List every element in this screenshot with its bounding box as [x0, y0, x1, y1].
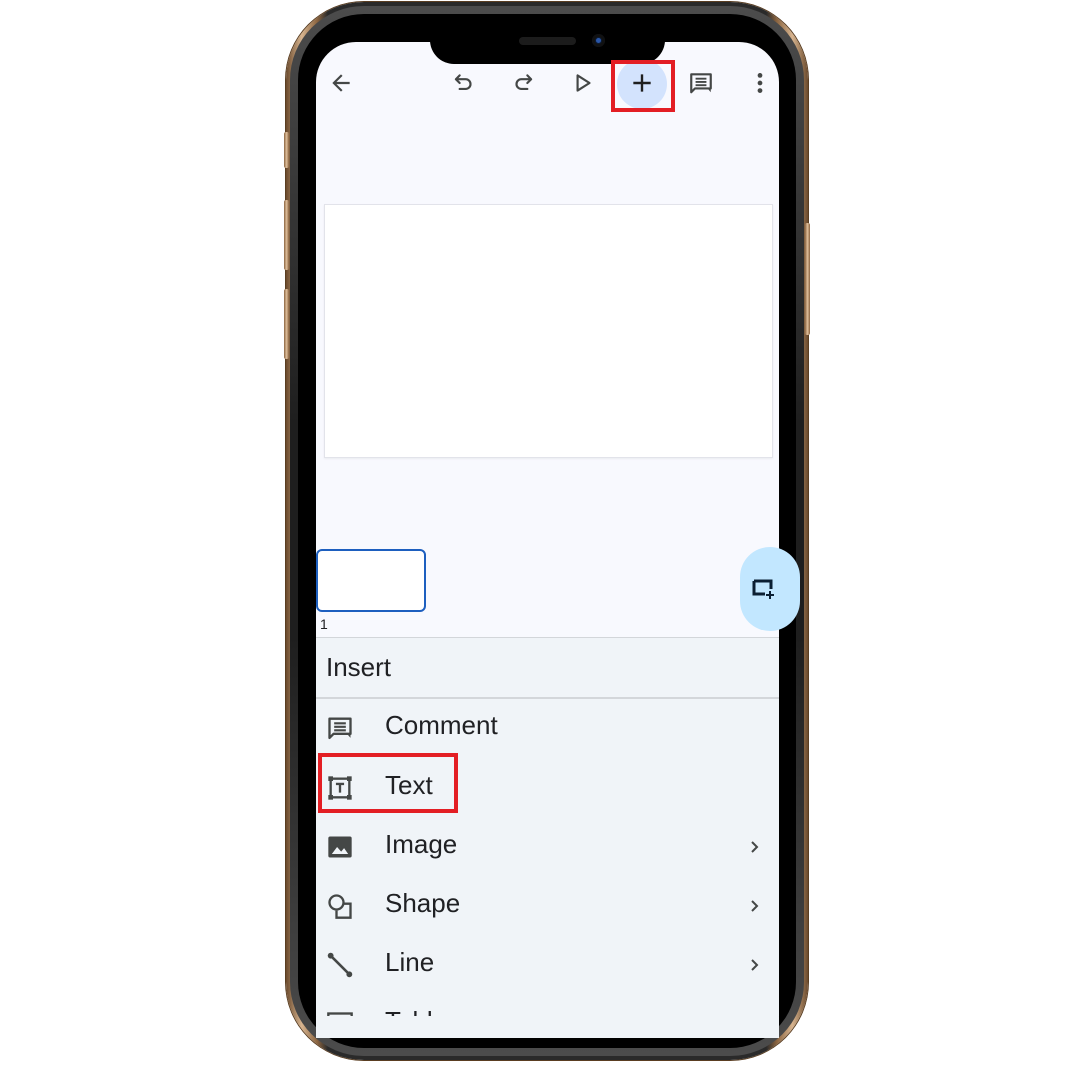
chevron-right-icon	[751, 959, 759, 971]
back-arrow-icon	[332, 74, 350, 92]
slide-canvas[interactable]	[324, 204, 773, 458]
side-button-volume-up	[284, 200, 289, 270]
undo-icon	[454, 74, 472, 91]
redo-icon	[515, 74, 533, 91]
menu-item-shape[interactable]: Shape	[316, 878, 779, 934]
side-button-volume-down	[284, 289, 289, 359]
undo-button[interactable]	[444, 63, 484, 103]
menu-item-label: Table	[385, 1006, 447, 1016]
menu-item-label: Line	[385, 947, 435, 977]
menu-item-label: Text	[385, 770, 433, 800]
add-button[interactable]	[622, 63, 662, 103]
comment-icon	[690, 73, 712, 94]
menu-item-text[interactable]: Text	[316, 760, 779, 816]
shape-icon	[328, 894, 352, 919]
line-icon	[327, 952, 353, 978]
speaker-grille	[519, 37, 576, 45]
screen-bottom-edge	[316, 1016, 779, 1033]
present-icon	[576, 74, 591, 92]
back-button[interactable]	[321, 63, 361, 103]
comment-icon	[328, 717, 352, 740]
new-slide-icon	[752, 579, 774, 599]
panel-divider	[316, 697, 779, 699]
more-vert-icon	[757, 73, 763, 93]
menu-item-table[interactable]: Table	[316, 996, 779, 1016]
comment-button[interactable]	[681, 63, 721, 103]
menu-item-image[interactable]: Image	[316, 819, 779, 875]
chevron-right-icon	[751, 900, 759, 912]
redo-button[interactable]	[503, 63, 543, 103]
text-box-icon	[328, 776, 352, 800]
image-icon	[328, 836, 352, 858]
front-camera	[592, 34, 605, 47]
menu-item-line[interactable]: Line	[316, 937, 779, 993]
slide-number: 1	[320, 616, 328, 632]
more-options-button[interactable]	[740, 63, 780, 103]
menu-item-label: Comment	[385, 710, 498, 740]
menu-item-comment[interactable]: Comment	[316, 700, 779, 756]
add-icon	[633, 74, 651, 92]
side-button-mute	[284, 132, 289, 168]
chevron-right-icon	[751, 841, 759, 853]
side-button-power	[805, 223, 810, 335]
menu-item-label: Image	[385, 829, 458, 859]
menu-item-label: Shape	[385, 888, 461, 918]
new-slide-button[interactable]	[740, 547, 800, 631]
present-button[interactable]	[563, 63, 603, 103]
insert-panel-title: Insert	[326, 652, 392, 682]
slide-thumbnail[interactable]	[316, 549, 426, 612]
